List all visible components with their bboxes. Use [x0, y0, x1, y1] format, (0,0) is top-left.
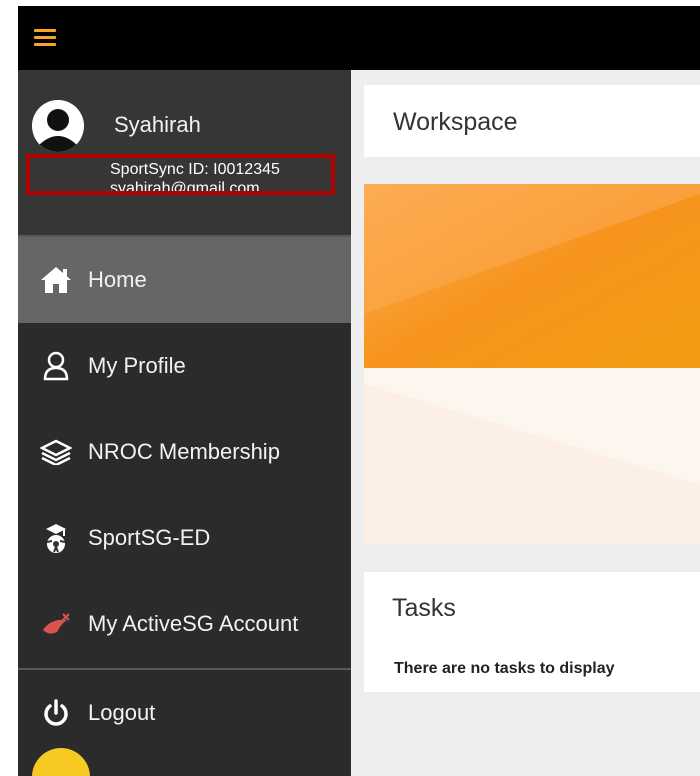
sidebar-item-sportsg-ed[interactable]: SportSG-ED: [18, 495, 351, 581]
sidebar-item-label: NROC Membership: [88, 439, 280, 464]
sidebar-item-label: Logout: [88, 700, 156, 725]
user-name: Syahirah: [114, 112, 201, 137]
sidebar-item-label: Home: [88, 267, 147, 292]
sidebar-item-label: SportSG-ED: [88, 525, 211, 550]
activesg-logo-icon: [38, 610, 74, 638]
sidebar-item-label: My Profile: [88, 353, 186, 378]
user-email: syahirah@gmail.com: [110, 180, 260, 195]
layers-icon: [38, 439, 74, 465]
app-frame: Syahirah SportSync ID: I0012345 syahirah…: [18, 6, 700, 776]
sidebar-item-home[interactable]: Home: [18, 237, 351, 323]
sidebar-item-nroc-membership[interactable]: NROC Membership: [18, 409, 351, 495]
power-icon: [38, 699, 74, 727]
top-bar: [18, 6, 700, 70]
user-info-block: Syahirah SportSync ID: I0012345 syahirah…: [18, 70, 351, 235]
sportsync-id-highlight: SportSync ID: I0012345 syahirah@gmail.co…: [26, 154, 335, 195]
sidebar-item-logout[interactable]: Logout: [18, 670, 351, 756]
sidebar-item-label: My ActiveSG Account: [88, 611, 299, 636]
user-avatar-icon[interactable]: [32, 100, 84, 152]
workspace-header-card: Workspace: [364, 85, 700, 157]
hamburger-menu-icon[interactable]: [34, 29, 56, 47]
sidebar-item-my-activesg-account[interactable]: My ActiveSG Account: [18, 581, 351, 667]
home-icon: [38, 265, 74, 295]
sportsync-id: SportSync ID: I0012345: [110, 161, 280, 178]
tasks-title: Tasks: [392, 594, 456, 622]
page-title: Workspace: [393, 108, 518, 136]
workspace-banner: [364, 184, 700, 544]
graduate-ball-icon: [38, 522, 74, 554]
no-tasks-message: There are no tasks to display: [394, 660, 615, 677]
sidebar-item-my-profile[interactable]: My Profile: [18, 323, 351, 409]
sidebar: Syahirah SportSync ID: I0012345 syahirah…: [18, 70, 351, 776]
user-outline-icon: [38, 351, 74, 381]
tasks-card: Tasks There are no tasks to display: [364, 572, 700, 692]
